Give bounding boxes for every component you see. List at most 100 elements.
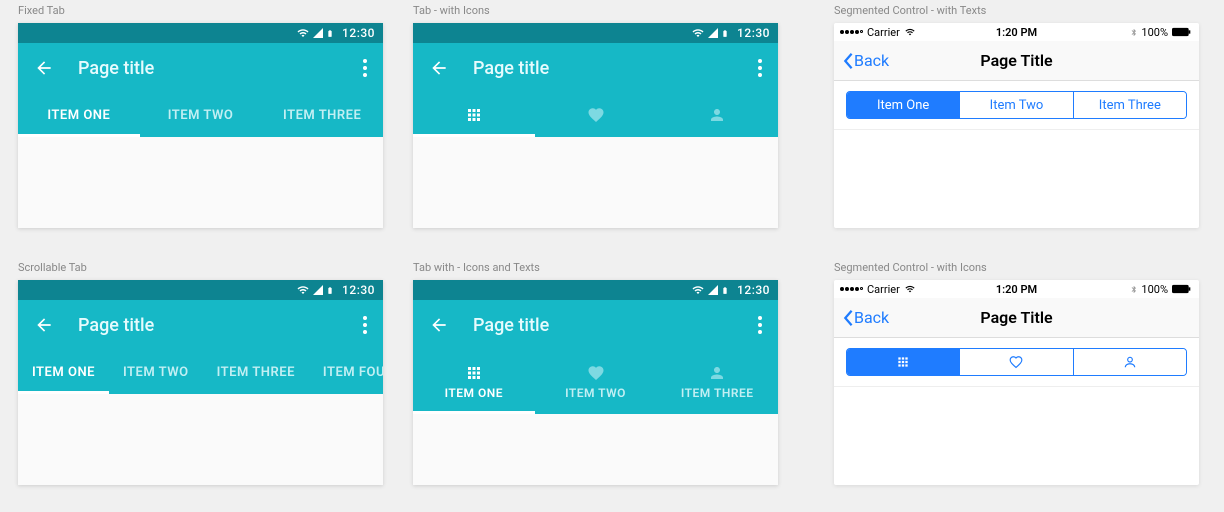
android-status-bar: 12:30 — [413, 23, 778, 43]
signal-icon — [707, 284, 719, 296]
tab-grid[interactable] — [413, 93, 535, 137]
page-title: Page title — [78, 315, 363, 336]
app-bar: Page title — [413, 300, 778, 350]
page-title: Page Title — [922, 308, 1111, 327]
status-time: 1:20 PM — [958, 26, 1076, 39]
ios-frame-seg-text: Carrier 1:20 PM 100% Back Page Title Ite… — [834, 23, 1199, 228]
more-vert-icon[interactable] — [363, 316, 367, 334]
tab-item-one[interactable]: ITEM ONE — [18, 93, 140, 137]
back-arrow-icon[interactable] — [429, 315, 449, 335]
app-bar: Page title — [18, 43, 383, 93]
back-arrow-icon[interactable] — [429, 58, 449, 78]
example-label: Fixed Tab — [18, 4, 383, 17]
bluetooth-icon — [1130, 27, 1138, 38]
app-bar: Page title — [413, 43, 778, 93]
page-title: Page title — [473, 58, 758, 79]
ios-nav-bar: Back Page Title — [834, 41, 1199, 81]
carrier-label: Carrier — [867, 283, 900, 296]
segmented-wrap: Item One Item Two Item Three — [834, 81, 1199, 130]
example-label: Segmented Control - with Texts — [834, 4, 1199, 17]
grid-icon — [896, 355, 910, 369]
segmented-wrap — [834, 338, 1199, 387]
carrier-label: Carrier — [867, 26, 900, 39]
battery-percent: 100% — [1141, 283, 1168, 296]
chevron-left-icon — [842, 52, 854, 70]
tab-item-two[interactable]: ITEM TWO — [109, 350, 203, 394]
battery-icon — [1171, 284, 1193, 294]
tab-bar: ITEM ONE ITEM TWO ITEM THREE — [18, 93, 383, 137]
tab-label: ITEM ONE — [445, 386, 503, 400]
signal-dots-icon — [840, 30, 863, 34]
signal-icon — [707, 27, 719, 39]
signal-dots-icon — [840, 287, 863, 291]
tab-grid[interactable]: ITEM ONE — [413, 350, 535, 414]
back-arrow-icon[interactable] — [34, 58, 54, 78]
example-label: Tab - with Icons — [413, 4, 778, 17]
grid-icon — [465, 106, 483, 124]
ios-frame-seg-icons: Carrier 1:20 PM 100% Back Page Title — [834, 280, 1199, 485]
seg-item-person[interactable] — [1074, 349, 1186, 375]
tab-item-three[interactable]: ITEM THREE — [203, 350, 309, 394]
back-label: Back — [854, 51, 889, 70]
wifi-icon — [296, 27, 310, 39]
seg-item-grid[interactable] — [847, 349, 960, 375]
android-status-bar: 12:30 — [413, 280, 778, 300]
tab-person[interactable] — [656, 93, 778, 137]
back-label: Back — [854, 308, 889, 327]
back-button[interactable]: Back — [842, 308, 922, 327]
person-icon — [1123, 355, 1137, 369]
wifi-icon — [904, 284, 916, 294]
ios-status-bar: Carrier 1:20 PM 100% — [834, 280, 1199, 298]
example-label: Tab with - Icons and Texts — [413, 261, 778, 274]
back-arrow-icon[interactable] — [34, 315, 54, 335]
seg-item-two[interactable]: Item Two — [960, 92, 1073, 118]
signal-icon — [312, 284, 324, 296]
tab-bar-icons-text: ITEM ONE ITEM TWO ITEM THREE — [413, 350, 778, 414]
android-frame-tab-icons: 12:30 Page title — [413, 23, 778, 228]
page-title: Page title — [473, 315, 758, 336]
more-vert-icon[interactable] — [758, 59, 762, 77]
person-icon — [708, 106, 726, 124]
tab-bar-scrollable[interactable]: ITEM ONE ITEM TWO ITEM THREE ITEM FOUR — [18, 350, 383, 394]
tab-label: ITEM TWO — [565, 386, 626, 400]
battery-icon — [721, 284, 729, 297]
signal-icon — [312, 27, 324, 39]
wifi-icon — [691, 284, 705, 296]
tab-item-one[interactable]: ITEM ONE — [18, 350, 109, 394]
seg-item-three[interactable]: Item Three — [1074, 92, 1186, 118]
tab-item-four[interactable]: ITEM FOUR — [309, 350, 383, 394]
back-button[interactable]: Back — [842, 51, 922, 70]
tab-item-three[interactable]: ITEM THREE — [261, 93, 383, 137]
android-frame-scrollable-tab: 12:30 Page title ITEM ONE ITEM TWO ITEM … — [18, 280, 383, 485]
android-frame-tab-icons-text: 12:30 Page title ITEM ONE ITEM TWO ITEM … — [413, 280, 778, 485]
segmented-control: Item One Item Two Item Three — [846, 91, 1187, 119]
bluetooth-icon — [1130, 284, 1138, 295]
status-time: 12:30 — [342, 283, 375, 297]
tab-label: ITEM THREE — [681, 386, 754, 400]
tab-heart[interactable]: ITEM TWO — [535, 350, 657, 414]
battery-percent: 100% — [1141, 26, 1168, 39]
heart-icon — [1008, 355, 1024, 369]
tab-item-two[interactable]: ITEM TWO — [140, 93, 262, 137]
tab-person[interactable]: ITEM THREE — [656, 350, 778, 414]
more-vert-icon[interactable] — [363, 59, 367, 77]
android-status-bar: 12:30 — [18, 280, 383, 300]
status-time: 12:30 — [737, 283, 770, 297]
battery-icon — [1171, 27, 1193, 37]
android-frame-fixed-tab: 12:30 Page title ITEM ONE ITEM TWO ITEM … — [18, 23, 383, 228]
seg-item-one[interactable]: Item One — [847, 92, 960, 118]
segmented-control — [846, 348, 1187, 376]
chevron-left-icon — [842, 309, 854, 327]
tab-heart[interactable] — [535, 93, 657, 137]
wifi-icon — [904, 27, 916, 37]
ios-status-bar: Carrier 1:20 PM 100% — [834, 23, 1199, 41]
status-time: 12:30 — [342, 26, 375, 40]
ios-nav-bar: Back Page Title — [834, 298, 1199, 338]
more-vert-icon[interactable] — [758, 316, 762, 334]
example-label: Scrollable Tab — [18, 261, 383, 274]
grid-icon — [465, 364, 483, 382]
seg-item-heart[interactable] — [960, 349, 1073, 375]
tab-bar-icons — [413, 93, 778, 137]
wifi-icon — [296, 284, 310, 296]
heart-icon — [587, 106, 605, 124]
